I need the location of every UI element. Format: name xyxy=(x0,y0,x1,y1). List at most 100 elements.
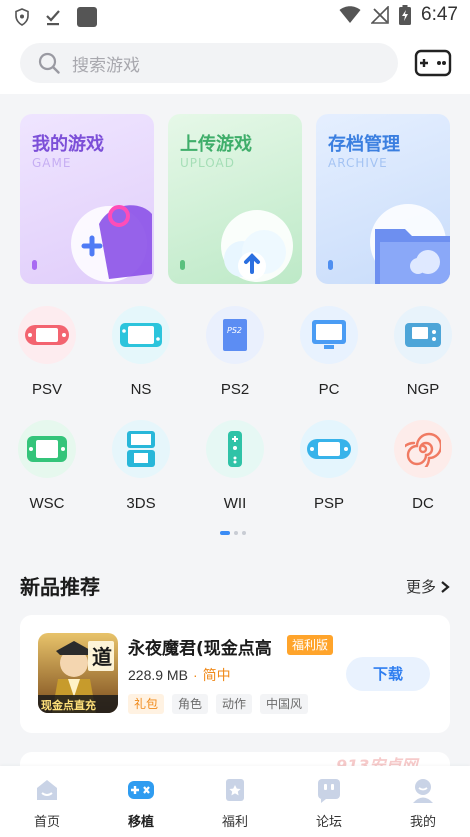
profile-icon xyxy=(413,779,433,803)
bottom-tab-bar: 首页 移植 福利 论坛 我的 xyxy=(0,766,470,837)
tab-port[interactable]: 移植 xyxy=(94,766,188,837)
more-link[interactable]: 更多 xyxy=(406,576,450,597)
card-title: 我的游戏 xyxy=(32,134,104,155)
card-indicator xyxy=(32,260,37,270)
card-my-games[interactable]: 我的游戏 GAME xyxy=(20,114,154,284)
psv-handheld-icon xyxy=(25,325,69,345)
page-indicator xyxy=(220,531,246,535)
tab-label: 首页 xyxy=(33,815,60,830)
psp-icon-bg xyxy=(300,420,358,478)
no-signal-icon xyxy=(371,6,389,24)
wifi-icon xyxy=(339,6,361,23)
battery-charging-icon xyxy=(399,5,412,25)
card-subtitle: GAME xyxy=(32,156,72,170)
psv-icon-bg xyxy=(18,306,76,364)
platform-ns[interactable]: NS xyxy=(94,298,188,408)
platform-wii[interactable]: WII xyxy=(188,412,282,522)
tab-forum[interactable]: 论坛 xyxy=(282,766,376,837)
card-title: 上传游戏 xyxy=(180,134,252,155)
ns-switch-icon xyxy=(120,323,162,347)
game-list-item[interactable]: 道 现金点直充 永夜魔君(现金点高 福利版 228.9 MB · 简中 礼包 角… xyxy=(20,615,450,733)
tag: 动作 xyxy=(216,694,253,714)
game-title: 永夜魔君(现金点高 xyxy=(128,639,272,659)
game-size: 228.9 MB xyxy=(128,667,188,683)
platform-label: DC xyxy=(412,495,434,512)
top-header: 搜索游戏 xyxy=(0,32,470,94)
game-language: 简中 xyxy=(202,667,231,683)
card-indicator xyxy=(328,260,333,270)
card-upload-games[interactable]: 上传游戏 UPLOAD xyxy=(168,114,302,284)
platform-dc[interactable]: DC xyxy=(376,412,470,522)
platform-ngp[interactable]: NGP xyxy=(376,298,470,408)
more-label: 更多 xyxy=(406,578,437,596)
cover-text-dao: 道 xyxy=(92,645,112,669)
ns-icon-bg xyxy=(112,306,170,364)
3ds-icon-bg xyxy=(112,420,170,478)
tag: 角色 xyxy=(172,694,209,714)
section-title: 新品推荐 xyxy=(20,575,100,599)
card-subtitle: UPLOAD xyxy=(180,156,235,170)
platform-label: WII xyxy=(223,495,247,512)
dc-icon-bg xyxy=(394,420,452,478)
page-dot-active xyxy=(220,531,230,535)
game-tags: 礼包 角色 动作 中国风 xyxy=(128,694,309,714)
shield-icon xyxy=(15,8,29,26)
tag-gift: 礼包 xyxy=(128,694,165,714)
welfare-icon xyxy=(226,779,244,801)
platform-pc[interactable]: PC xyxy=(282,298,376,408)
game-cover-art: 道 现金点直充 xyxy=(38,633,118,713)
platform-label: PS2 xyxy=(220,381,250,398)
platform-psv[interactable]: PSV xyxy=(0,298,94,408)
card-subtitle: ARCHIVE xyxy=(328,156,388,170)
game-cover: 道 现金点直充 xyxy=(38,633,118,713)
home-icon xyxy=(37,780,57,800)
tab-mine[interactable]: 我的 xyxy=(376,766,470,837)
status-bar: 6:47 xyxy=(0,0,470,32)
psp-handheld-icon xyxy=(307,439,351,459)
ps2-icon-bg: PS2 xyxy=(206,306,264,364)
page-dot xyxy=(234,531,238,535)
platform-wsc[interactable]: WSC xyxy=(0,412,94,522)
gamepad-tab-icon xyxy=(128,781,154,799)
dc-swirl-icon xyxy=(405,432,441,467)
wii-remote-icon xyxy=(228,431,242,467)
wii-icon-bg xyxy=(206,420,264,478)
upload-cloud-art-icon xyxy=(221,210,293,282)
tab-home[interactable]: 首页 xyxy=(0,766,94,837)
search-icon xyxy=(38,52,60,74)
feature-cards: 我的游戏 GAME 上传游戏 UPLOAD 存档管理 ARCHIVE xyxy=(0,114,470,284)
controller-art-icon xyxy=(71,205,152,282)
ngp-icon-bg xyxy=(394,306,452,364)
app-square-icon xyxy=(77,7,97,27)
chevron-right-icon xyxy=(441,580,450,593)
search-input[interactable]: 搜索游戏 xyxy=(20,43,398,83)
game-meta: 228.9 MB · 简中 xyxy=(128,665,231,685)
wsc-handheld-icon xyxy=(27,436,67,462)
ps2-console-icon: PS2 xyxy=(223,319,247,351)
3ds-handheld-icon xyxy=(127,431,155,467)
platform-psp[interactable]: PSP xyxy=(282,412,376,522)
platform-label: PC xyxy=(318,381,340,398)
welfare-badge: 福利版 xyxy=(287,635,334,655)
cover-text-bottom: 现金点直充 xyxy=(41,698,96,712)
tab-label: 福利 xyxy=(221,815,248,830)
download-done-icon xyxy=(46,10,60,26)
download-button[interactable]: 下载 xyxy=(346,657,430,691)
platform-label: PSV xyxy=(31,381,62,398)
tag: 中国风 xyxy=(260,694,309,714)
platform-label: WSC xyxy=(29,495,65,512)
card-archive-management[interactable]: 存档管理 ARCHIVE xyxy=(316,114,450,284)
tab-label: 移植 xyxy=(127,815,154,830)
platform-label: NS xyxy=(130,381,152,398)
platform-label: PSP xyxy=(313,495,344,512)
pc-icon-bg xyxy=(300,306,358,364)
gamepad-icon[interactable] xyxy=(414,48,452,78)
platform-label: NGP xyxy=(406,381,440,398)
folder-cloud-art-icon xyxy=(370,204,450,284)
platform-3ds[interactable]: 3DS xyxy=(94,412,188,522)
card-indicator xyxy=(180,260,185,270)
platform-ps2[interactable]: PS2 PS2 xyxy=(188,298,282,408)
tab-welfare[interactable]: 福利 xyxy=(188,766,282,837)
tab-label: 我的 xyxy=(409,815,436,830)
page-dot xyxy=(242,531,246,535)
